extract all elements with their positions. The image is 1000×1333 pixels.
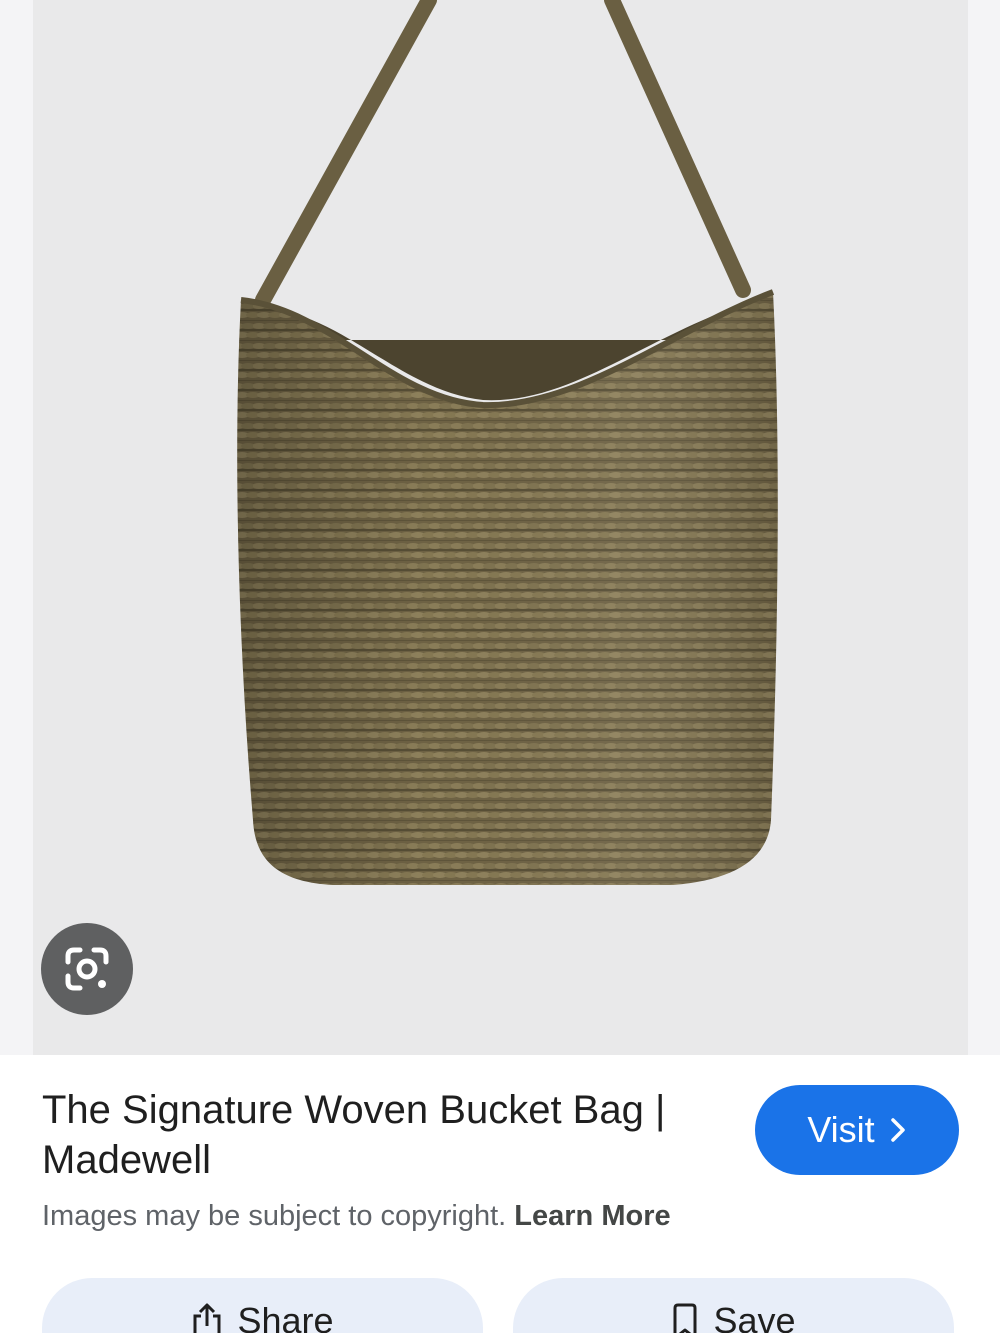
- product-image[interactable]: [33, 0, 968, 1055]
- visit-label: Visit: [807, 1109, 875, 1150]
- result-title[interactable]: The Signature Woven Bucket Bag | Madewel…: [42, 1085, 732, 1185]
- bookmark-icon: [673, 1303, 697, 1333]
- image-margin-left: [0, 0, 33, 1055]
- share-icon: [193, 1303, 221, 1333]
- visit-button[interactable]: Visit: [755, 1085, 959, 1175]
- save-button[interactable]: Save: [513, 1278, 954, 1333]
- copyright-text: Images may be subject to copyright.: [42, 1200, 507, 1232]
- bucket-bag-illustration: [237, 0, 778, 885]
- image-area: [0, 0, 1000, 1055]
- share-button[interactable]: Share: [42, 1278, 483, 1333]
- share-label: Share: [237, 1300, 334, 1333]
- learn-more-link[interactable]: Learn More: [514, 1200, 670, 1232]
- google-lens-icon: [65, 947, 109, 991]
- copyright-notice: Images may be subject to copyright. Lear…: [42, 1200, 671, 1233]
- result-info-panel: The Signature Woven Bucket Bag | Madewel…: [0, 1055, 1000, 1333]
- image-viewer: The Signature Woven Bucket Bag | Madewel…: [0, 0, 1000, 1333]
- google-lens-button[interactable]: [41, 923, 133, 1015]
- image-margin-right: [968, 0, 1000, 1055]
- chevron-right-icon: [889, 1117, 907, 1143]
- save-label: Save: [713, 1300, 796, 1333]
